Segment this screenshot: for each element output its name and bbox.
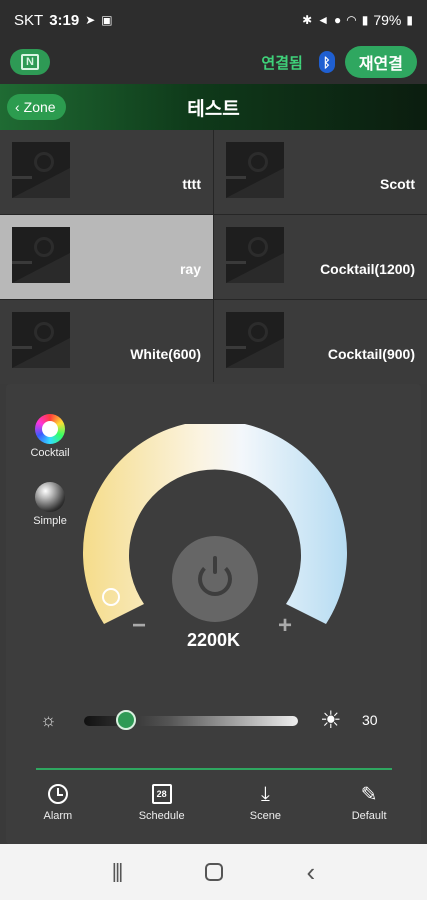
carrier-label: SKT (14, 11, 44, 29)
scene-grid: tttt Scott ray Cocktail(1200) White(600)… (0, 130, 427, 384)
scene-card[interactable]: ray (0, 215, 213, 299)
scene-name: tttt (182, 176, 201, 192)
zone-back-label: Zone (23, 99, 56, 115)
power-button[interactable] (172, 536, 258, 622)
sphere-icon (35, 482, 65, 512)
scene-card[interactable]: Cocktail(900) (214, 300, 427, 384)
location-icon: ● (334, 13, 342, 27)
tab-scene[interactable]: ⤓ Scene (225, 782, 305, 832)
app-logo-icon[interactable]: N (10, 49, 50, 75)
image-placeholder-icon (226, 227, 284, 283)
brightness-slider-row: ☼ ☀ 30 (6, 706, 421, 736)
title-bar: ‹ Zone 테스트 (0, 84, 427, 130)
tab-schedule[interactable]: 28 Schedule (122, 782, 202, 832)
scene-name: Cocktail(900) (327, 346, 415, 362)
zone-back-button[interactable]: ‹ Zone (7, 94, 66, 120)
edit-icon: ✎ (360, 783, 378, 806)
clock-icon (47, 784, 68, 804)
calendar-icon: 28 (151, 784, 172, 804)
scene-name: White(600) (130, 346, 201, 362)
bottom-tabs: Alarm 28 Schedule ⤓ Scene ✎ Default (6, 782, 421, 832)
bluetooth-icon: ᛒ (318, 51, 335, 73)
color-temperature-dial[interactable] (76, 420, 351, 654)
sun-bright-icon: ☀ (320, 707, 342, 734)
mute-icon: ◄ (317, 13, 330, 27)
brightness-value: 30 (362, 712, 378, 728)
tab-alarm[interactable]: Alarm (18, 782, 98, 832)
tab-label: Alarm (43, 810, 73, 822)
wifi-icon: ◠ (346, 13, 357, 27)
scene-card[interactable]: Scott (214, 130, 427, 214)
scene-card[interactable]: tttt (0, 130, 213, 214)
cocktail-mode-button[interactable]: Cocktail (20, 414, 80, 459)
tab-default[interactable]: ✎ Default (329, 782, 409, 832)
color-wheel-icon (35, 414, 65, 444)
image-placeholder-icon (12, 227, 70, 283)
bluetooth-status-icon: ✱ (302, 13, 313, 27)
scene-name: ray (179, 261, 201, 277)
chevron-left-icon: ‹ (15, 99, 20, 115)
system-nav-bar: ||| ‹ (0, 844, 427, 900)
tab-label: Schedule (138, 810, 185, 822)
image-placeholder-icon (12, 312, 70, 368)
app-bar: N 연결됨 ᛒ 재연결 (0, 40, 427, 84)
image-placeholder-icon (226, 312, 284, 368)
reconnect-button[interactable]: 재연결 (344, 46, 417, 78)
scene-card[interactable]: White(600) (0, 300, 213, 384)
home-icon[interactable] (204, 863, 223, 881)
light-control-panel: Cocktail Simple − + 2200K ☼ ☀ 30 Alarm 2… (6, 384, 421, 844)
brightness-knob[interactable] (116, 710, 137, 730)
cocktail-mode-label: Cocktail (30, 447, 70, 459)
tab-label: Scene (249, 810, 281, 822)
power-icon (198, 556, 232, 596)
notification-icon: ▣ (101, 13, 113, 27)
battery-percent: 79% (373, 12, 402, 28)
connection-status: 연결됨 (261, 54, 303, 72)
recent-apps-icon[interactable]: ||| (112, 861, 124, 884)
divider (36, 768, 392, 770)
download-icon: ⤓ (260, 782, 270, 805)
image-placeholder-icon (12, 142, 70, 198)
signal-icon: ▮ (361, 13, 369, 27)
tab-label: Default (351, 810, 387, 822)
color-temperature-value: 2200K (186, 630, 241, 650)
telegram-icon: ➤ (85, 13, 96, 27)
battery-icon: ▮ (406, 13, 413, 27)
scene-name: Scott (380, 176, 415, 192)
image-placeholder-icon (226, 142, 284, 198)
clock-time: 3:19 (49, 11, 80, 29)
status-bar: SKT 3:19 ➤ ▣ ✱ ◄ ● ◠ ▮ 79% ▮ (0, 0, 427, 40)
scene-card[interactable]: Cocktail(1200) (214, 215, 427, 299)
simple-mode-label: Simple (33, 515, 67, 527)
sun-dim-icon: ☼ (40, 710, 57, 730)
scene-name: Cocktail(1200) (320, 261, 415, 277)
back-icon[interactable]: ‹ (307, 857, 316, 888)
simple-mode-button[interactable]: Simple (20, 482, 80, 527)
